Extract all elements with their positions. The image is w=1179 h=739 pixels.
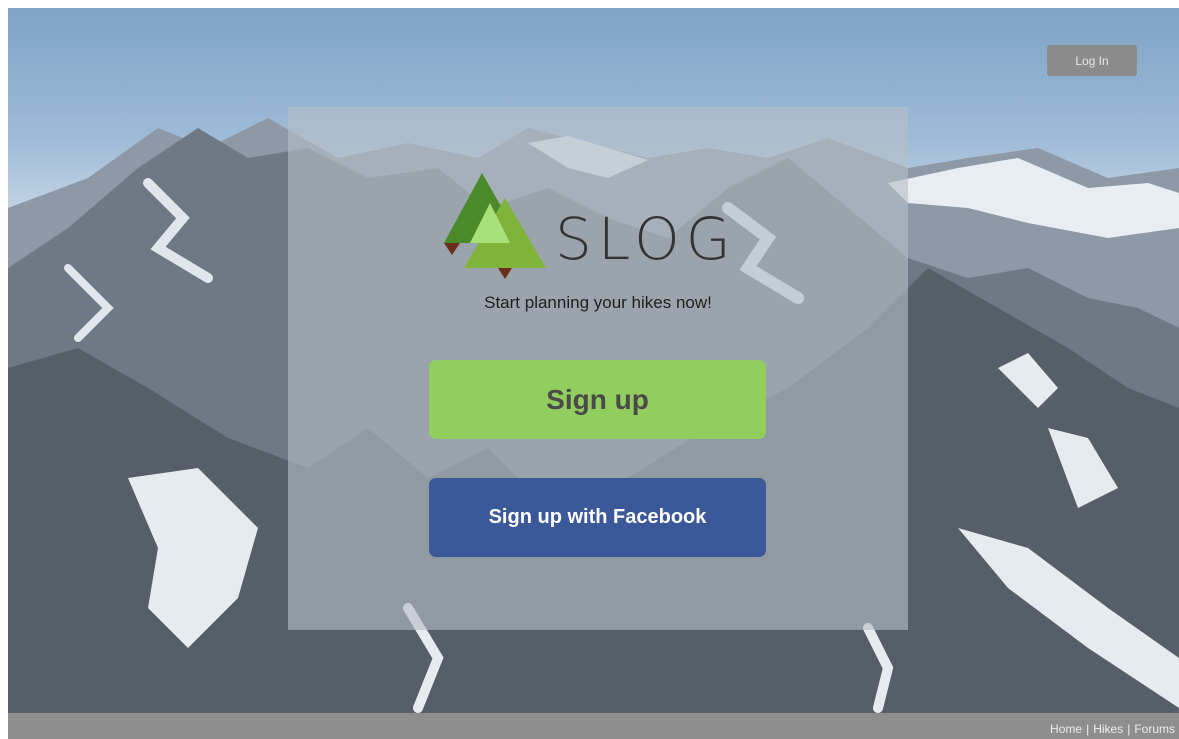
footer-bar: Home | Hikes | Forums	[8, 713, 1179, 739]
signup-button[interactable]: Sign up	[429, 360, 766, 439]
footer-link-hikes[interactable]: Hikes	[1093, 722, 1123, 736]
signup-card: SLOG Start planning your hikes now! Sign…	[288, 107, 908, 630]
footer-nav: Home | Hikes | Forums	[1050, 722, 1175, 736]
tagline: Start planning your hikes now!	[484, 293, 712, 312]
page-frame: Log In SLOG Start planning your hikes no…	[8, 8, 1179, 739]
footer-link-home[interactable]: Home	[1050, 722, 1082, 736]
login-button[interactable]: Log In	[1047, 45, 1137, 76]
footer-separator: |	[1127, 722, 1131, 736]
footer-link-forums[interactable]: Forums	[1134, 722, 1175, 736]
tree-logo-icon	[444, 173, 546, 279]
brand-logo: SLOG	[438, 173, 738, 283]
mountain-background: Log In SLOG Start planning your hikes no…	[8, 8, 1179, 713]
brand-name: SLOG	[555, 205, 737, 273]
facebook-signup-button[interactable]: Sign up with Facebook	[429, 478, 766, 557]
footer-separator: |	[1086, 722, 1090, 736]
